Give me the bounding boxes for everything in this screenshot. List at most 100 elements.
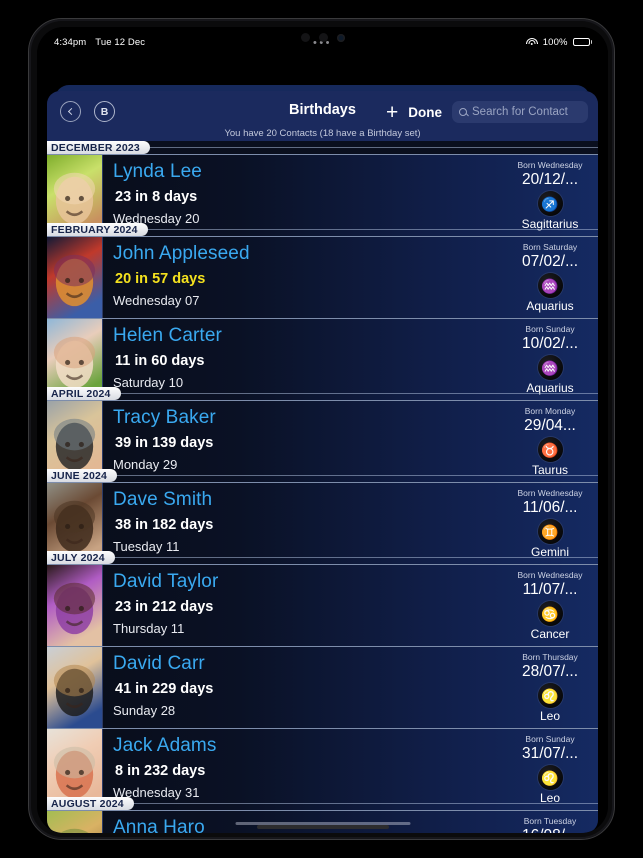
age-countdown: 20 in 57 days — [115, 271, 206, 287]
avatar[interactable] — [47, 811, 103, 833]
battery-percent-label: 100% — [542, 36, 568, 48]
month-label: FEBRUARY 2024 — [47, 223, 148, 236]
born-date: 16/08/... — [522, 827, 578, 833]
contact-name[interactable]: Tracy Baker — [113, 405, 502, 431]
birthday-list[interactable]: DECEMBER 2023 Lynda Lee 23 in 8 days Wednes… — [47, 141, 598, 833]
contact-name[interactable]: Helen Carter — [113, 323, 502, 349]
age-countdown: 38 in 182 days — [115, 517, 214, 533]
month-label: AUGUST 2024 — [47, 797, 134, 810]
age-countdown: 23 in 8 days — [115, 189, 198, 205]
age-countdown: 11 in 60 days — [115, 353, 205, 369]
month-label: JUNE 2024 — [47, 469, 118, 482]
search-icon — [459, 108, 467, 116]
back-button[interactable] — [60, 101, 81, 122]
front-camera-icon — [336, 33, 345, 42]
contact-name[interactable]: John Appleseed — [113, 241, 502, 267]
chevron-left-icon — [67, 107, 76, 116]
wifi-icon — [525, 37, 538, 47]
born-date: 11/06/... — [522, 499, 578, 516]
birthday-row-right: Born Wednesday 11/07/... ♋ Cancer — [502, 565, 598, 646]
birthday-row-right: Born Saturday 07/02/... ♒ Aquarius — [502, 237, 598, 318]
born-weekday-label: Born Thursday — [522, 652, 578, 662]
contact-name[interactable]: David Taylor — [113, 569, 502, 595]
born-weekday-label: Born Wednesday — [517, 160, 583, 170]
avatar[interactable] — [47, 647, 103, 728]
birthday-weekday: Sunday 28 — [113, 703, 176, 718]
month-section-header: APRIL 2024 — [47, 387, 598, 400]
born-date: 11/07/... — [522, 581, 578, 598]
zodiac-name: Cancer — [530, 627, 570, 641]
screen: 4:34pm Tue 12 Dec ••• 100% B Birthdays +… — [37, 27, 608, 833]
birthday-row-right: Born Thursday 28/07/... ♌ Leo — [502, 647, 598, 728]
birthday-row-main: John Appleseed 20 in 57 days Wednesday 07 — [103, 237, 502, 318]
born-date: 20/12/... — [521, 171, 578, 188]
done-button[interactable]: Done — [408, 105, 442, 120]
zodiac-icon: ♐ — [537, 191, 563, 216]
zodiac-icon: ♌ — [537, 683, 563, 708]
month-divider-line — [47, 557, 598, 558]
camera-dot — [318, 33, 328, 42]
month-label: DECEMBER 2023 — [47, 141, 150, 154]
month-section-header: AUGUST 2024 — [47, 797, 598, 810]
contact-name[interactable]: Jack Adams — [113, 733, 502, 759]
avatar[interactable] — [47, 237, 103, 318]
nav-bar-left: B — [60, 101, 115, 122]
contacts-summary: You have 20 Contacts (18 have a Birthday… — [224, 128, 421, 139]
status-bar-right: 100% — [525, 36, 592, 48]
add-birthday-button[interactable]: + — [386, 102, 398, 123]
born-weekday-label: Born Sunday — [525, 734, 575, 744]
birthdays-app-window: B Birthdays + Done Search for Contact Yo… — [47, 91, 598, 833]
age-countdown: 23 in 212 days — [115, 599, 214, 615]
age-countdown: 41 in 229 days — [115, 681, 214, 697]
month-section-header: JUNE 2024 — [47, 469, 598, 482]
month-section-header: JULY 2024 — [47, 551, 598, 564]
born-weekday-label: Born Tuesday — [523, 816, 577, 826]
contact-name[interactable]: David Carr — [113, 651, 502, 677]
birthday-row[interactable]: John Appleseed 20 in 57 days Wednesday 07 B… — [47, 236, 598, 318]
age-countdown: 39 in 139 days — [115, 435, 214, 451]
born-weekday-label: Born Sunday — [525, 324, 575, 334]
birthday-row-main: David Carr 41 in 229 days Sunday 28 — [103, 647, 502, 728]
avatar[interactable] — [47, 565, 103, 646]
born-date: 28/07/... — [521, 663, 578, 680]
born-weekday-label: Born Saturday — [522, 242, 578, 252]
born-date: 29/04... — [524, 417, 576, 434]
zodiac-icon: ♉ — [537, 437, 563, 462]
birthday-weekday: Thursday 11 — [113, 621, 185, 636]
born-weekday-label: Born Monday — [524, 406, 576, 416]
zodiac-icon: ♒ — [537, 355, 563, 380]
status-bar-left: 4:34pm Tue 12 Dec — [54, 37, 145, 48]
zodiac-icon: ♋ — [537, 601, 563, 626]
born-date: 10/02/... — [521, 335, 578, 352]
birthday-row-main: David Taylor 23 in 212 days Thursday 11 — [103, 565, 502, 646]
born-date: 07/02/... — [521, 253, 578, 270]
zodiac-name: Leo — [539, 709, 561, 723]
month-divider-line — [47, 393, 598, 394]
month-divider-line — [47, 475, 598, 476]
device-frame: 4:34pm Tue 12 Dec ••• 100% B Birthdays +… — [28, 18, 615, 840]
zodiac-name: Aquarius — [526, 299, 574, 313]
navigation-bar: B Birthdays + Done Search for Contact Yo… — [47, 91, 598, 141]
search-input[interactable]: Search for Contact — [452, 101, 588, 123]
camera-cluster — [300, 33, 345, 42]
zodiac-icon: ♊ — [537, 519, 563, 544]
month-label: JULY 2024 — [47, 551, 115, 564]
search-placeholder: Search for Contact — [472, 106, 568, 118]
app-badge-button[interactable]: B — [94, 101, 115, 122]
born-weekday-label: Born Wednesday — [517, 488, 583, 498]
birthday-row[interactable]: David Taylor 23 in 212 days Thursday 11 Bor… — [47, 564, 598, 646]
contact-name[interactable]: Dave Smith — [113, 487, 502, 513]
birthday-row[interactable]: David Carr 41 in 229 days Sunday 28 Born Th… — [47, 646, 598, 728]
home-indicator[interactable] — [256, 825, 389, 829]
zodiac-icon: ♌ — [537, 765, 563, 790]
status-time: 4:34pm — [54, 36, 87, 48]
status-bar: 4:34pm Tue 12 Dec ••• 100% — [37, 27, 608, 57]
born-weekday-label: Born Wednesday — [517, 570, 583, 580]
contact-name[interactable]: Lynda Lee — [113, 159, 502, 185]
battery-icon — [572, 37, 592, 47]
birthday-row-right: Born Tuesday16/08/...♌Leo — [502, 811, 598, 833]
status-date: Tue 12 Dec — [95, 36, 146, 48]
nav-bar-right: + Done Search for Contact — [386, 101, 588, 123]
month-section-header: FEBRUARY 2024 — [47, 223, 598, 236]
device-bezel: 4:34pm Tue 12 Dec ••• 100% B Birthdays +… — [37, 27, 608, 833]
